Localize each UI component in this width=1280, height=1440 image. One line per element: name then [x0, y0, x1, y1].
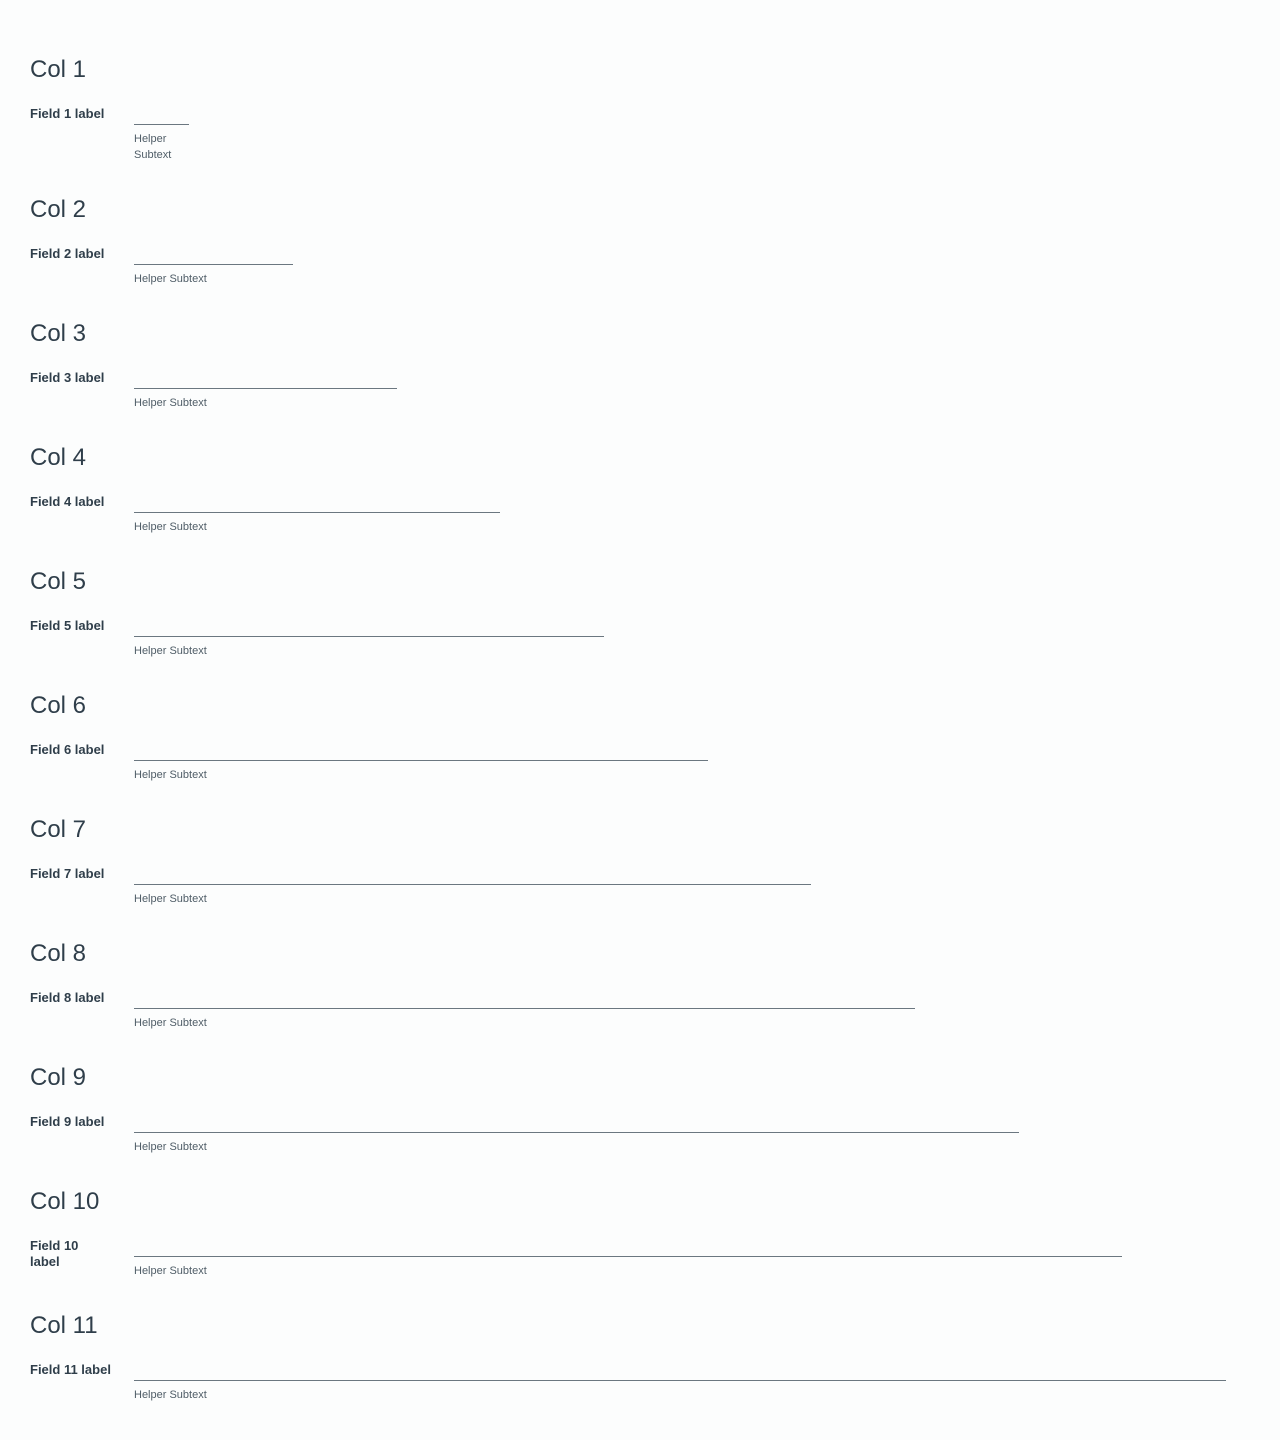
- section-heading: Col 3: [30, 320, 87, 347]
- field-10-control: Helper Subtext: [134, 1239, 1122, 1279]
- field-5-helper-text: Helper Subtext: [134, 645, 207, 657]
- field-11-input[interactable]: [134, 1363, 1226, 1381]
- field-4-helper-text: Helper Subtext: [134, 521, 207, 533]
- section-heading: Col 2: [30, 196, 87, 223]
- field-3-input[interactable]: [134, 371, 397, 389]
- field-10-label: Field 10 label: [30, 1238, 79, 1269]
- section-heading: Col 6: [30, 692, 87, 719]
- field-6-label: Field 6 label: [30, 742, 105, 757]
- field-4-input[interactable]: [134, 495, 500, 513]
- field-8-input[interactable]: [134, 991, 915, 1009]
- section-heading: Col 1: [30, 56, 87, 83]
- field-9-input[interactable]: [134, 1115, 1019, 1133]
- field-6-helper-text: Helper Subtext: [134, 769, 207, 781]
- field-1-input[interactable]: [134, 107, 189, 125]
- section-heading: Col 10: [30, 1188, 100, 1215]
- section-heading: Col 5: [30, 568, 87, 595]
- field-6-control: Helper Subtext: [134, 743, 708, 783]
- field-1-label: Field 1 label: [30, 106, 105, 121]
- field-9-label: Field 9 label: [30, 1114, 105, 1129]
- field-9-helper-text: Helper Subtext: [134, 1141, 207, 1153]
- field-2-label: Field 2 label: [30, 246, 105, 261]
- field-2-helper-text: Helper Subtext: [134, 273, 207, 285]
- field-3-helper-text: Helper Subtext: [134, 397, 207, 409]
- field-3-label: Field 3 label: [30, 370, 105, 385]
- field-6-input[interactable]: [134, 743, 708, 761]
- field-9-control: Helper Subtext: [134, 1115, 1019, 1155]
- field-2-input[interactable]: [134, 247, 293, 265]
- field-7-label: Field 7 label: [30, 866, 105, 881]
- section-heading: Col 7: [30, 816, 87, 843]
- field-4-label: Field 4 label: [30, 494, 105, 509]
- field-3-control: Helper Subtext: [134, 371, 397, 411]
- field-7-input[interactable]: [134, 867, 811, 885]
- field-11-helper-text: Helper Subtext: [134, 1389, 207, 1401]
- field-7-control: Helper Subtext: [134, 867, 811, 907]
- field-8-helper-text: Helper Subtext: [134, 1017, 207, 1029]
- field-10-input[interactable]: [134, 1239, 1122, 1257]
- section-heading: Col 4: [30, 444, 87, 471]
- field-8-control: Helper Subtext: [134, 991, 915, 1031]
- section-heading: Col 9: [30, 1064, 87, 1091]
- field-1-helper-text: Helper Subtext: [134, 133, 172, 161]
- field-11-control: Helper Subtext: [134, 1363, 1226, 1403]
- field-5-input[interactable]: [134, 619, 604, 637]
- form-columns-demo: Col 1 Field 1 label Helper Subtext Col 2…: [0, 0, 1280, 1440]
- section-heading: Col 11: [30, 1312, 98, 1339]
- field-5-label: Field 5 label: [30, 618, 105, 633]
- field-10-helper-text: Helper Subtext: [134, 1265, 207, 1277]
- field-7-helper-text: Helper Subtext: [134, 893, 207, 905]
- field-8-label: Field 8 label: [30, 990, 105, 1005]
- field-1-control: Helper Subtext: [134, 107, 189, 163]
- field-2-control: Helper Subtext: [134, 247, 293, 287]
- field-5-control: Helper Subtext: [134, 619, 604, 659]
- field-11-label: Field 11 label: [30, 1362, 111, 1377]
- section-heading: Col 8: [30, 940, 87, 967]
- field-4-control: Helper Subtext: [134, 495, 500, 535]
